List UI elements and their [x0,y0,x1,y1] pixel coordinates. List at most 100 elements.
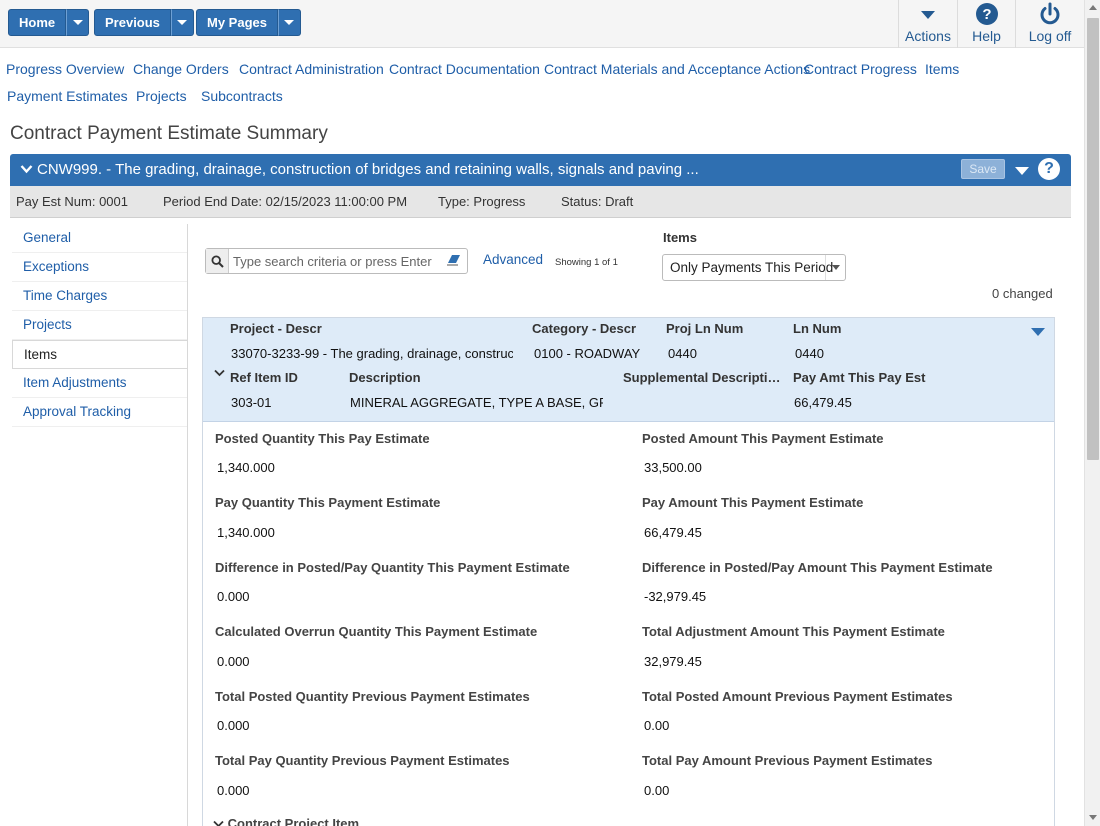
field-value: -32,979.45 [644,589,707,604]
field-value: 33,500.00 [644,460,702,475]
sidebar-item-projects[interactable]: Projects [12,311,188,340]
previous-button[interactable]: Previous [94,9,171,36]
field-value: 0.000 [217,589,250,604]
field-value: 1,340.000 [217,525,275,540]
save-button[interactable]: Save [961,159,1005,179]
page: Home Previous My Pages Actions ? Help Lo… [0,0,1084,826]
home-menu-button[interactable] [66,9,90,36]
contract-title: CNW999. - The grading, drainage, constru… [37,161,699,178]
field-value: 0.00 [644,783,670,798]
chevron-down-icon[interactable] [214,365,225,380]
help-icon[interactable]: ? [1038,158,1060,180]
field-value: 32,979.45 [644,654,702,669]
eraser-icon[interactable] [446,253,462,270]
chevron-down-icon [213,820,224,826]
contract-header: CNW999. - The grading, drainage, constru… [10,154,1071,186]
help-icon: ? [975,0,999,28]
project-header: Project - Descr [230,321,322,336]
items-filter-select[interactable]: Only Payments This Period [662,254,846,281]
search-box [205,248,468,274]
category-header: Category - Descr [532,321,637,336]
contract-project-item-section[interactable]: Contract Project Item [213,816,359,826]
home-split-button: Home [8,9,90,36]
scrollbar-thumb[interactable] [1087,18,1099,460]
field-label: Pay Quantity This Payment Estimate [215,495,441,510]
items-filter-value: Only Payments This Period [670,260,834,275]
sidebar-item-exceptions[interactable]: Exceptions [12,253,188,282]
nav-link-items[interactable]: Items [925,61,959,77]
nav-link-payment-estimates[interactable]: Payment Estimates [7,88,128,104]
ref-item-id-header: Ref Item ID [230,370,298,385]
log-off-label: Log off [1028,28,1072,44]
search-input[interactable] [233,252,433,270]
my-pages-button[interactable]: My Pages [196,9,278,36]
supplemental-header: Supplemental Descripti… [623,370,781,385]
sidebar-item-time-charges[interactable]: Time Charges [12,282,188,311]
chevron-down-icon [825,255,845,280]
field-label: Total Pay Amount Previous Payment Estima… [642,753,933,768]
chevron-down-icon [920,0,936,28]
actions-button[interactable]: Actions [898,0,957,48]
chevron-down-icon[interactable] [20,162,33,177]
section-label: Contract Project Item [227,816,360,826]
nav-link-contract-documentation[interactable]: Contract Documentation [389,61,540,77]
field-value: 0.000 [217,783,250,798]
field-label: Posted Amount This Payment Estimate [642,431,884,446]
nav-link-projects[interactable]: Projects [136,88,187,104]
top-bar: Home Previous My Pages Actions ? Help Lo… [0,0,1084,48]
header-menu-icon[interactable] [1015,167,1029,175]
field-label: Total Pay Quantity Previous Payment Esti… [215,753,510,768]
field-label: Posted Quantity This Pay Estimate [215,431,430,446]
estimate-info-bar: Pay Est Num: 0001 Period End Date: 02/15… [10,186,1071,218]
sidebar-divider [187,224,188,826]
chevron-down-icon [284,20,295,25]
nav-link-contract-administration[interactable]: Contract Administration [239,61,384,77]
pay-est-num: Pay Est Num: 0001 [16,194,128,209]
item-card: Project - Descr Category - Descr Proj Ln… [202,317,1055,826]
home-button[interactable]: Home [8,9,67,36]
item-menu-icon[interactable] [1031,328,1045,336]
chevron-down-icon [177,20,188,25]
log-off-button[interactable]: Log off [1015,0,1084,48]
pay-amt-value: 66,479.45 [794,395,852,410]
nav-link-contract-progress[interactable]: Contract Progress [804,61,917,77]
proj-ln-num-header: Proj Ln Num [666,321,744,336]
my-pages-menu-button[interactable] [277,9,301,36]
previous-split-button: Previous [94,9,194,36]
scroll-up-icon[interactable] [1089,5,1097,10]
sidebar-item-approval-tracking[interactable]: Approval Tracking [12,398,188,427]
field-value: 0.000 [217,718,250,733]
svg-text:?: ? [982,6,991,23]
chevron-down-icon [72,20,83,25]
estimate-status: Status: Draft [561,194,634,209]
field-label: Calculated Overrun Quantity This Payment… [215,624,538,639]
showing-count: Showing 1 of 1 [555,257,618,268]
field-label: Total Adjustment Amount This Payment Est… [642,624,945,639]
page-scrollbar[interactable] [1084,0,1100,826]
sidebar-item-general[interactable]: General [12,224,188,253]
items-filter-label: Items [663,230,697,245]
advanced-search-link[interactable]: Advanced [483,252,543,267]
sidebar-item-items[interactable]: Items [12,340,188,369]
sidebar: General Exceptions Time Charges Projects… [10,224,188,826]
previous-menu-button[interactable] [170,9,194,36]
category-value: 0100 - ROADWAY [534,346,641,361]
item-card-header[interactable]: Project - Descr Category - Descr Proj Ln… [203,318,1054,422]
field-value: 0.000 [217,654,250,669]
help-label: Help [972,28,1001,44]
field-label: Difference in Posted/Pay Amount This Pay… [642,560,993,575]
field-label: Difference in Posted/Pay Quantity This P… [215,560,570,575]
proj-ln-num-value: 0440 [668,346,697,361]
nav-link-change-orders[interactable]: Change Orders [133,61,229,77]
nav-link-progress-overview[interactable]: Progress Overview [6,61,124,77]
nav-link-contract-materials[interactable]: Contract Materials and Acceptance Action… [544,61,810,77]
estimate-type: Type: Progress [438,194,526,209]
ref-item-id-value: 303-01 [231,395,272,410]
description-header: Description [349,370,421,385]
sidebar-item-item-adjustments[interactable]: Item Adjustments [12,369,188,398]
nav-link-subcontracts[interactable]: Subcontracts [201,88,283,104]
scroll-down-icon[interactable] [1089,815,1097,820]
search-icon[interactable] [206,249,229,273]
ln-num-value: 0440 [795,346,824,361]
help-button[interactable]: ? Help [957,0,1015,48]
